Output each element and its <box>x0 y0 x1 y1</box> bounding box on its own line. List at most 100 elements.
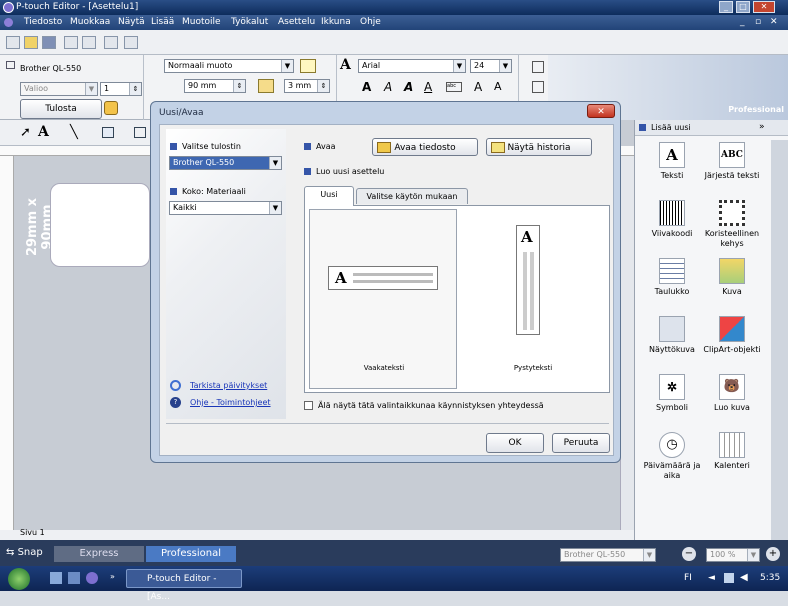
professional-mode-button[interactable]: Professional <box>146 546 236 562</box>
bold-icon[interactable]: A <box>362 80 371 94</box>
taskbar-ptouch-button[interactable]: P-touch Editor - [As... <box>126 569 242 602</box>
zoom-in-icon[interactable]: + <box>766 547 780 561</box>
preview-icon[interactable] <box>82 36 96 49</box>
vertical-layout-card[interactable]: A Pystyteksti <box>459 209 605 389</box>
cancel-button[interactable]: Peruuta <box>552 433 610 453</box>
snap-toggle[interactable]: ⇆ Snap <box>6 547 43 558</box>
maximize-button[interactable]: □ <box>736 1 750 13</box>
desktop-icon[interactable] <box>50 572 62 584</box>
status-printer-select[interactable]: Brother QL-550 ▼ <box>560 548 656 562</box>
volume-icon[interactable]: ◀ <box>740 572 748 583</box>
page-tabs: Sivu 1 <box>0 528 634 540</box>
minimize-button[interactable]: _ <box>719 1 733 13</box>
start-button[interactable] <box>8 568 30 590</box>
menu-minimize-icon[interactable]: _ <box>740 15 745 30</box>
menu-ohje[interactable]: Ohje <box>360 15 381 30</box>
menu-muotoile[interactable]: Muotoile <box>182 15 221 30</box>
clipart-icon <box>719 316 745 342</box>
save-icon[interactable] <box>42 36 56 49</box>
dialog-close-button[interactable]: ✕ <box>587 104 615 118</box>
vertical-scrollbar[interactable] <box>620 156 634 530</box>
menu-restore-icon[interactable]: ▫ <box>755 15 761 30</box>
print-button[interactable]: Tulosta <box>20 99 102 119</box>
horizontal-layout-card[interactable]: A Vaakateksti <box>309 209 457 389</box>
select-arrow-icon[interactable]: ➚ <box>20 125 31 140</box>
ptouch-quicklaunch-icon[interactable] <box>86 572 98 584</box>
horizontal-label: Vaakateksti <box>363 364 405 372</box>
check-updates-link[interactable]: Tarkista päivitykset <box>190 381 267 390</box>
text-tool-icon[interactable]: A <box>38 124 49 140</box>
line-tool-icon[interactable]: ╲ <box>70 125 78 140</box>
insert-panel-title: Lisää uusi <box>651 123 691 132</box>
insert-arrange-text[interactable]: ABC Järjestä teksti <box>695 142 769 181</box>
layout-tab-panel: A Vaakateksti A Pystyteksti <box>304 205 610 393</box>
dont-show-checkbox[interactable] <box>304 401 313 410</box>
tab-by-usage[interactable]: Valitse käytön mukaan <box>356 188 468 204</box>
insert-frame[interactable]: Koristeellinen kehys <box>695 200 769 249</box>
menu-lisaa[interactable]: Lisää <box>151 15 174 30</box>
underline-icon[interactable]: A <box>424 80 432 94</box>
network-icon[interactable] <box>724 573 734 583</box>
style-select[interactable]: Normaali muoto ▼ <box>164 59 294 73</box>
label-canvas[interactable] <box>50 183 150 267</box>
grow-font-icon[interactable]: A <box>474 80 482 94</box>
express-mode-button[interactable]: Express <box>54 546 144 562</box>
insert-image[interactable]: Kuva <box>695 258 769 297</box>
show-history-button[interactable]: Näytä historia <box>486 138 592 156</box>
help-link[interactable]: Ohje - Toimintohjeet <box>190 398 271 407</box>
ok-button[interactable]: OK <box>486 433 544 453</box>
tab-new[interactable]: Uusi <box>304 186 354 206</box>
font-select[interactable]: Arial ▼ <box>358 59 466 73</box>
open-file-button[interactable]: Avaa tiedosto <box>372 138 478 156</box>
menu-asettelu[interactable]: Asettelu <box>278 15 315 30</box>
transfer-icon[interactable] <box>124 36 138 49</box>
copies-spinner[interactable]: 1 ⇕ <box>100 82 142 96</box>
menu-muokkaa[interactable]: Muokkaa <box>70 15 110 30</box>
close-window-button[interactable]: ✕ <box>753 1 775 13</box>
app-icon <box>3 2 14 13</box>
switch-windows-icon[interactable] <box>68 572 80 584</box>
create-image-icon: 🐻 <box>719 374 745 400</box>
margin-spinner[interactable]: 3 mm ⇕ <box>284 79 330 93</box>
menu-ikkuna[interactable]: Ikkuna <box>321 15 351 30</box>
dialog-printer-select[interactable]: Brother QL-550 ▼ <box>169 156 282 170</box>
shape-tool-icon[interactable] <box>102 127 114 138</box>
table-tool-icon[interactable] <box>134 127 146 138</box>
menu-close-icon[interactable]: ✕ <box>770 15 778 30</box>
font-icon: A <box>340 57 351 73</box>
insert-clipart[interactable]: ClipArt-objekti <box>695 316 769 355</box>
frame-text-icon[interactable]: abc <box>446 82 462 92</box>
width-spinner[interactable]: 90 mm ⇕ <box>184 79 246 93</box>
outline-icon[interactable]: A <box>404 80 413 94</box>
print-icon[interactable] <box>64 36 78 49</box>
main-toolbar <box>0 30 788 55</box>
divider <box>143 55 144 120</box>
menu-tiedosto[interactable]: Tiedosto <box>24 15 62 30</box>
highlight-icon[interactable] <box>300 59 316 73</box>
insert-calendar[interactable]: Kalenteri <box>695 432 769 471</box>
database-icon[interactable] <box>104 36 118 49</box>
collapse-icon[interactable]: » <box>759 122 765 132</box>
panel-side-tabs[interactable] <box>771 140 788 540</box>
size-select[interactable]: Kaikki ▼ <box>169 201 282 215</box>
italic-icon[interactable]: A <box>384 80 392 94</box>
align-icon[interactable] <box>532 61 544 73</box>
language-indicator[interactable]: FI <box>684 573 692 583</box>
print-options-icon[interactable] <box>104 101 118 115</box>
printer-icon <box>6 61 15 69</box>
zoom-out-icon[interactable]: − <box>682 547 696 561</box>
tray-chevron-icon[interactable]: ◄ <box>708 573 715 583</box>
zoom-fit-icon[interactable] <box>258 79 274 93</box>
insert-create-image[interactable]: 🐻 Luo kuva <box>695 374 769 413</box>
open-icon[interactable] <box>24 36 38 49</box>
font-size-select[interactable]: 24 ▼ <box>470 59 512 73</box>
menu-nayta[interactable]: Näytä <box>118 15 145 30</box>
quicklaunch-chevron-icon[interactable]: » <box>110 572 115 581</box>
new-icon[interactable] <box>6 36 20 49</box>
media-select[interactable]: Valioo ▼ <box>20 82 98 96</box>
page-tab[interactable]: Sivu 1 <box>20 528 45 537</box>
arrange-icon[interactable] <box>532 81 544 93</box>
shrink-font-icon[interactable]: A <box>494 80 502 93</box>
menu-tyokalut[interactable]: Työkalut <box>231 15 268 30</box>
zoom-select[interactable]: 100 % ▼ <box>706 548 760 562</box>
